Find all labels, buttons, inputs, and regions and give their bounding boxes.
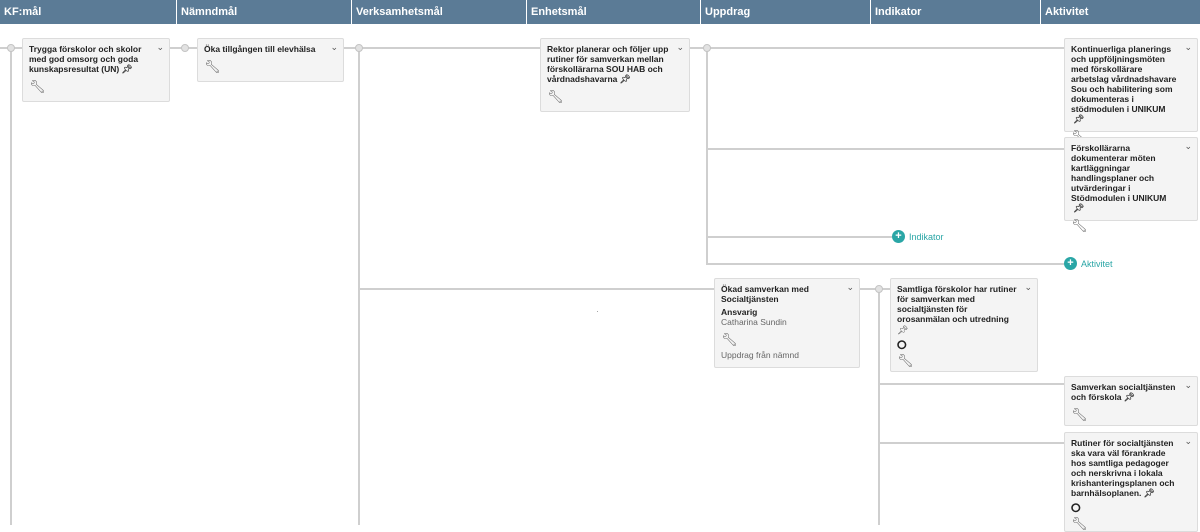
chevron-down-icon[interactable]: ⌄ — [1024, 282, 1032, 292]
connector-line — [358, 47, 360, 525]
indicator-card[interactable]: ⌄ Samtliga förskolor har rutiner för sam… — [890, 278, 1038, 372]
column-header-kf-mal: KF:mål — [0, 0, 177, 24]
chevron-down-icon[interactable]: ⌄ — [156, 42, 164, 52]
goal-card-title: Rektor planerar och följer upp rutiner f… — [547, 44, 669, 84]
connector-dot — [355, 44, 363, 52]
column-header-bar: KF:mål Nämndmål Verksamhetsmål Enhetsmål… — [0, 0, 1200, 24]
activity-card[interactable]: ⌄ Samverkan socialtjänsten och förskola 📌… — [1064, 376, 1198, 426]
pin-icon[interactable]: 📌︎ — [1124, 392, 1135, 402]
connector-line — [878, 288, 880, 525]
responsible-label: Ansvarig — [721, 307, 758, 317]
pin-icon[interactable]: 📌︎ — [121, 64, 132, 74]
activity-card[interactable]: ⌄ Förskollärarna dokumenterar möten kart… — [1064, 137, 1198, 233]
pin-icon[interactable]: 📌︎ — [1143, 488, 1154, 498]
chevron-down-icon[interactable]: ⌄ — [1184, 380, 1192, 390]
column-header-indikator: Indikator — [871, 0, 1041, 24]
chevron-down-icon[interactable]: ⌄ — [1184, 436, 1192, 446]
column-header-namndmal: Nämndmål — [177, 0, 352, 24]
assignment-title: Ökad samverkan med Socialtjänsten — [721, 284, 809, 304]
chevron-down-icon[interactable]: ⌄ — [846, 282, 854, 292]
connector-line — [690, 47, 1068, 49]
goal-card-enhet[interactable]: ⌄ Rektor planerar och följer upp rutiner… — [540, 38, 690, 112]
chevron-down-icon[interactable]: ⌄ — [330, 42, 338, 52]
wrench-icon[interactable]: 🔧︎ — [204, 60, 337, 74]
add-aktivitet-button[interactable]: + Aktivitet — [1064, 257, 1113, 270]
gauge-icon[interactable]: ⭘ — [897, 339, 1031, 351]
indicator-title: Samtliga förskolor har rutiner för samve… — [897, 284, 1017, 324]
add-aktivitet-label: Aktivitet — [1081, 258, 1113, 269]
add-indikator-label: Indikator — [909, 231, 944, 242]
pin-icon[interactable]: 📌︎ — [1073, 203, 1084, 213]
activity-title: Kontinuerliga planerings och uppföljning… — [1071, 44, 1177, 114]
add-indikator-button[interactable]: + Indikator — [892, 230, 944, 243]
goal-card-namnd[interactable]: ⌄ Öka tillgången till elevhälsa 🔧︎ — [197, 38, 344, 82]
connector-line — [706, 148, 1068, 150]
pin-icon[interactable]: 📌︎ — [897, 325, 1031, 335]
column-header-uppdrag: Uppdrag — [701, 0, 871, 24]
connector-line — [878, 442, 1068, 444]
pin-icon[interactable]: 📌︎ — [1073, 114, 1084, 124]
wrench-icon[interactable]: 🔧︎ — [897, 354, 1031, 368]
pin-icon[interactable]: 📌︎ — [619, 74, 630, 84]
plus-icon: + — [892, 230, 905, 243]
chevron-down-icon[interactable]: ⌄ — [676, 42, 684, 52]
chevron-down-icon[interactable]: ⌄ — [1184, 42, 1192, 52]
activity-card[interactable]: ⌄ Rutiner för socialtjänsten ska vara vä… — [1064, 432, 1198, 532]
connector-line — [706, 263, 1064, 265]
connector-line — [706, 47, 708, 265]
wrench-icon[interactable]: 🔧︎ — [29, 80, 163, 94]
wrench-icon[interactable]: 🔧︎ — [547, 90, 683, 104]
connector-line — [344, 47, 540, 49]
wrench-icon[interactable]: 🔧︎ — [1071, 408, 1191, 422]
connector-line — [358, 288, 714, 290]
assignment-card[interactable]: ⌄ Ökad samverkan med Socialtjänsten Ansv… — [714, 278, 860, 368]
connector-dot — [7, 44, 15, 52]
column-header-enhetsmal: Enhetsmål — [527, 0, 701, 24]
column-header-verksamhetsmal: Verksamhetsmål — [352, 0, 527, 24]
gauge-icon[interactable]: ⭘ — [1071, 502, 1191, 514]
connector-line — [706, 236, 892, 238]
wrench-icon[interactable]: 🔧︎ — [1071, 517, 1191, 531]
chevron-down-icon[interactable]: ⌄ — [1184, 141, 1192, 151]
wrench-icon[interactable]: 🔧︎ — [1071, 219, 1191, 233]
connector-dot — [181, 44, 189, 52]
goal-card-kf[interactable]: ⌄ Trygga förskolor och skolor med god om… — [22, 38, 170, 102]
connector-line — [878, 383, 1068, 385]
assignment-source: Uppdrag från nämnd — [721, 350, 799, 360]
connector-dot — [703, 44, 711, 52]
activity-card[interactable]: ⌄ Kontinuerliga planerings och uppföljni… — [1064, 38, 1198, 144]
column-header-aktivitet: Aktivitet — [1045, 6, 1089, 18]
activity-title: Rutiner för socialtjänsten ska vara väl … — [1071, 438, 1175, 498]
wrench-icon[interactable]: 🔧︎ — [721, 333, 853, 347]
plus-icon: + — [1064, 257, 1077, 270]
connector-line — [10, 47, 12, 525]
activity-title: Förskollärarna dokumenterar möten kartlä… — [1071, 143, 1167, 203]
stray-dot: · — [596, 306, 599, 316]
goal-card-title: Öka tillgången till elevhälsa — [204, 44, 316, 54]
connector-dot — [875, 285, 883, 293]
responsible-name: Catharina Sundin — [721, 317, 787, 327]
